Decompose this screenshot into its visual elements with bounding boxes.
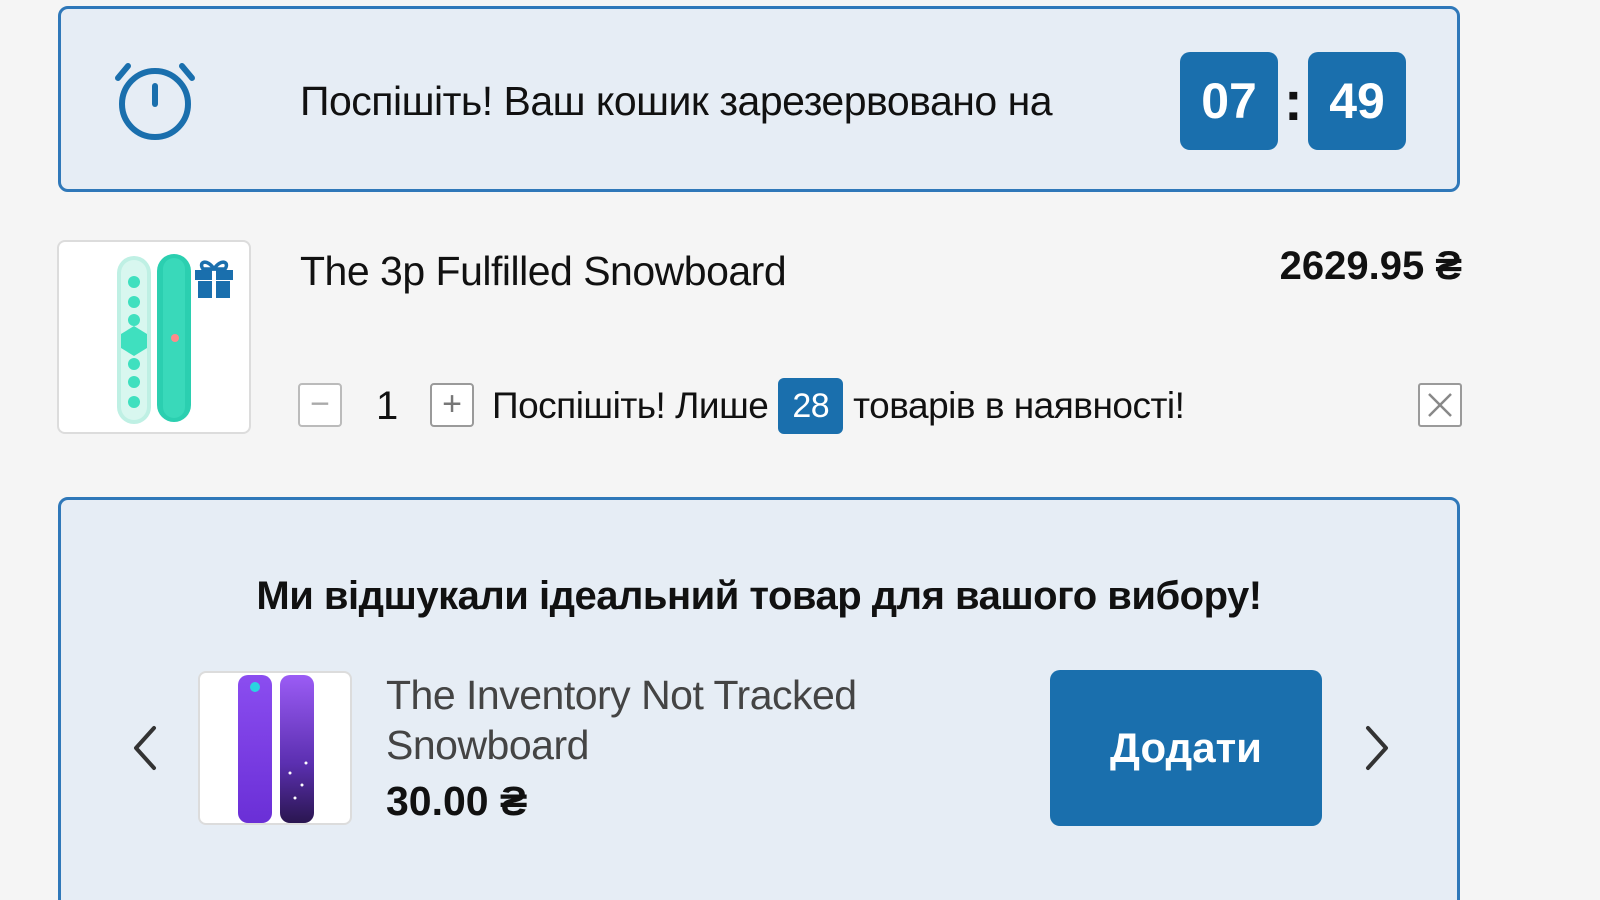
stock-count-badge: 28: [778, 378, 844, 434]
timer-separator: :: [1284, 69, 1303, 132]
cart-item-price: 2629.95 ₴: [1279, 244, 1462, 288]
stock-suffix: товарів в наявності!: [853, 385, 1185, 426]
quantity-value[interactable]: 1: [376, 384, 398, 429]
timer-message: Поспішіть! Ваш кошик зарезервовано на: [300, 78, 1053, 124]
cart-page: Поспішіть! Ваш кошик зарезервовано на 07…: [0, 0, 1600, 900]
low-stock-message: Поспішіть! Лише 28 товарів в наявності!: [492, 378, 1185, 434]
timer-seconds: 49: [1308, 52, 1406, 150]
purple-snowboard-image: [238, 675, 314, 823]
timer-minutes: 07: [1180, 52, 1278, 150]
upsell-product-image[interactable]: [198, 671, 352, 825]
gift-icon: [195, 260, 233, 298]
stock-prefix: Поспішіть! Лише: [492, 385, 769, 426]
upsell-product-title[interactable]: The Inventory Not Tracked Snowboard: [386, 670, 946, 770]
close-icon: [1428, 393, 1452, 417]
alarm-clock-icon: [115, 63, 195, 140]
cart-item-title[interactable]: The 3p Fulfilled Snowboard: [300, 248, 787, 295]
upsell-heading: Ми відшукали ідеальний товар для вашого …: [256, 574, 1262, 618]
decrease-quantity-button[interactable]: −: [298, 383, 342, 427]
add-upsell-button[interactable]: Додати: [1050, 670, 1322, 826]
remove-item-button[interactable]: [1418, 383, 1462, 427]
cart-item-image[interactable]: [57, 240, 251, 434]
chevron-left-icon[interactable]: [126, 718, 166, 778]
upsell-product-price: 30.00 ₴: [386, 778, 528, 824]
chevron-right-icon[interactable]: [1356, 718, 1396, 778]
increase-quantity-button[interactable]: +: [430, 383, 474, 427]
